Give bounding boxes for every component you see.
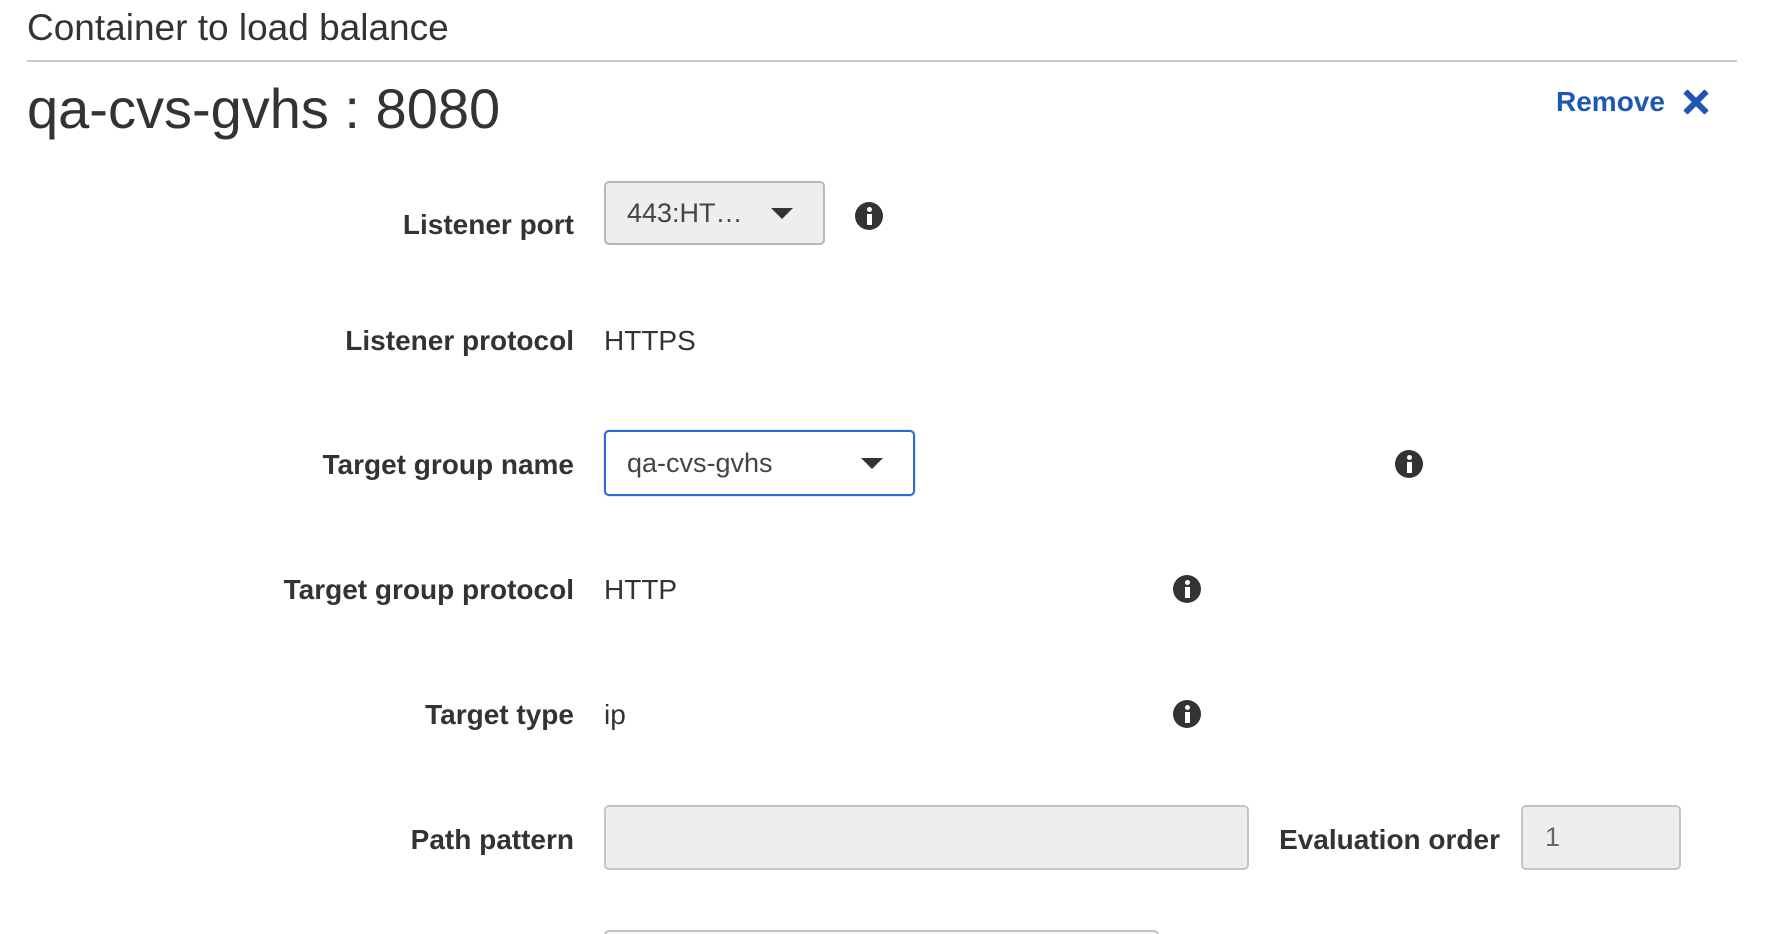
listener-port-selected-value: 443:HT…: [627, 197, 743, 228]
next-field-partial: [604, 930, 1159, 934]
target-group-name-label: Target group name: [322, 449, 574, 480]
section-divider: [27, 60, 1737, 62]
listener-protocol-value: HTTPS: [604, 325, 696, 356]
evaluation-order-label: Evaluation order: [1279, 824, 1500, 855]
target-group-name-selected-value: qa-cvs-gvhs: [627, 447, 773, 478]
container-heading: qa-cvs-gvhs : 8080: [27, 77, 501, 140]
info-icon[interactable]: [1395, 450, 1423, 478]
listener-port-label: Listener port: [402, 209, 574, 240]
target-type-value: ip: [604, 699, 626, 730]
remove-label: Remove: [1556, 86, 1665, 117]
chevron-down-icon: [771, 207, 793, 219]
target-group-name-select[interactable]: qa-cvs-gvhs: [604, 430, 915, 496]
container-load-balance-panel: Container to load balance qa-cvs-gvhs : …: [0, 0, 1774, 934]
close-icon: [1683, 89, 1709, 115]
remove-button[interactable]: Remove: [1556, 84, 1709, 120]
target-group-protocol-label: Target group protocol: [283, 574, 574, 605]
info-icon[interactable]: [855, 202, 883, 230]
listener-protocol-label: Listener protocol: [345, 325, 574, 356]
chevron-down-icon: [861, 457, 883, 469]
listener-port-select[interactable]: 443:HT…: [604, 181, 825, 245]
evaluation-order-input[interactable]: 1: [1521, 805, 1681, 870]
section-title: Container to load balance: [27, 7, 449, 48]
target-group-protocol-value: HTTP: [604, 574, 678, 605]
info-icon[interactable]: [1173, 700, 1201, 728]
target-type-label: Target type: [425, 699, 574, 730]
path-pattern-label: Path pattern: [410, 824, 574, 855]
path-pattern-input[interactable]: [604, 805, 1249, 870]
info-icon[interactable]: [1173, 575, 1201, 603]
